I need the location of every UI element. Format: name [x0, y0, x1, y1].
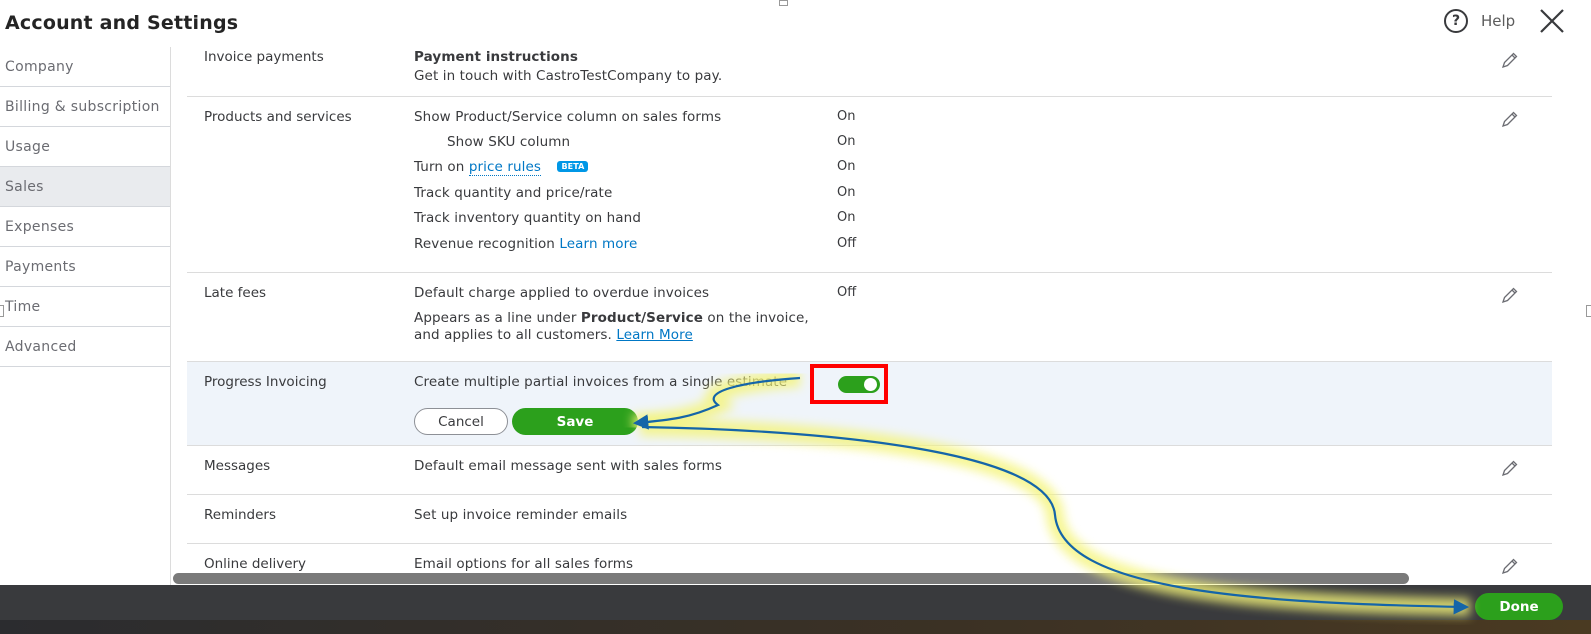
price-rules-link[interactable]: price rules: [468, 159, 542, 176]
setting-label: Show SKU column: [447, 134, 571, 150]
cancel-button[interactable]: Cancel: [414, 408, 508, 435]
late-fees-description: Appears as a line under Product/Service …: [414, 310, 809, 326]
sidebar-item-payments[interactable]: Payments: [0, 247, 170, 287]
payment-instructions-heading: Payment instructions: [414, 49, 579, 65]
pencil-icon[interactable]: [1500, 556, 1520, 576]
help-icon: ?: [1444, 9, 1468, 33]
pencil-icon[interactable]: [1500, 50, 1520, 70]
sidebar-item-company[interactable]: Company: [0, 47, 170, 87]
resize-handle-top[interactable]: [779, 0, 788, 6]
horizontal-scrollbar[interactable]: [173, 573, 1409, 584]
sidebar-item-expenses[interactable]: Expenses: [0, 207, 170, 247]
section-invoice-payments[interactable]: Invoice payments Payment instructions Ge…: [187, 47, 1552, 97]
setting-label: Default email message sent with sales fo…: [414, 458, 723, 474]
setting-value: On: [837, 134, 856, 149]
sales-settings-panel: Invoice payments Payment instructions Ge…: [187, 47, 1552, 585]
help-button[interactable]: ? Help: [1444, 9, 1515, 33]
sidebar-item-time[interactable]: Time: [0, 287, 170, 327]
setting-value: Off: [837, 236, 857, 251]
page-title: Account and Settings: [5, 12, 239, 34]
description-text: on the invoice,: [707, 310, 809, 326]
sidebar-item-sales[interactable]: Sales: [0, 167, 170, 207]
resize-handle-left[interactable]: [0, 305, 4, 317]
section-label: Online delivery: [204, 556, 307, 572]
price-rules-setting: Turn on price rules BETA: [414, 159, 589, 176]
sidebar-item-billing-subscription[interactable]: Billing & subscription: [0, 87, 170, 127]
setting-label: Default charge applied to overdue invoic…: [414, 285, 710, 301]
learn-more-link[interactable]: Learn More: [616, 327, 693, 343]
section-reminders[interactable]: Reminders Set up invoice reminder emails: [187, 495, 1552, 544]
section-progress-invoicing: Progress Invoicing Create multiple parti…: [187, 362, 1552, 446]
setting-label: Track quantity and price/rate: [414, 185, 613, 201]
setting-label: Email options for all sales forms: [414, 556, 634, 572]
section-label: Products and services: [204, 109, 352, 125]
description-text: and applies to all customers.: [414, 327, 612, 343]
section-messages[interactable]: Messages Default email message sent with…: [187, 446, 1552, 495]
sidebar-item-advanced[interactable]: Advanced: [0, 327, 170, 367]
sidebar-item-usage[interactable]: Usage: [0, 127, 170, 167]
late-fees-description-line2: and applies to all customers. Learn More: [414, 327, 693, 343]
pencil-icon[interactable]: [1500, 109, 1520, 129]
beta-badge: BETA: [557, 161, 589, 172]
setting-label: Turn on: [414, 159, 465, 175]
pencil-icon[interactable]: [1500, 458, 1520, 478]
payment-instructions-text: Get in touch with CastroTestCompany to p…: [414, 68, 723, 84]
description-text: Appears as a line under: [414, 310, 577, 326]
done-button[interactable]: Done: [1475, 593, 1563, 620]
section-label: Reminders: [204, 507, 276, 523]
setting-value: On: [837, 185, 856, 200]
resize-handle-right[interactable]: [1586, 305, 1591, 317]
annotation-highlight-box: [810, 364, 888, 404]
help-label: Help: [1481, 12, 1516, 30]
section-label: Late fees: [204, 285, 267, 301]
section-label: Messages: [204, 458, 271, 474]
header-bar: Account and Settings ? Help: [0, 0, 1591, 47]
section-label: Progress Invoicing: [204, 374, 327, 390]
description-bold: Product/Service: [580, 310, 704, 326]
setting-label: Track inventory quantity on hand: [414, 210, 641, 226]
learn-more-link[interactable]: Learn more: [559, 236, 637, 252]
setting-label: Revenue recognition: [414, 236, 555, 252]
revenue-recognition-setting: Revenue recognition Learn more: [414, 236, 637, 252]
setting-value: On: [837, 210, 856, 225]
section-label: Invoice payments: [204, 49, 324, 65]
settings-sidebar: Company Billing & subscription Usage Sal…: [0, 47, 171, 585]
setting-value: On: [837, 109, 856, 124]
setting-label: Show Product/Service column on sales for…: [414, 109, 722, 125]
pencil-icon[interactable]: [1500, 285, 1520, 305]
section-late-fees[interactable]: Late fees Default charge applied to over…: [187, 273, 1552, 362]
taskbar-strip: [0, 620, 1591, 634]
setting-value: Off: [837, 285, 857, 300]
setting-value: On: [837, 159, 856, 174]
setting-label: Set up invoice reminder emails: [414, 507, 628, 523]
save-button[interactable]: Save: [512, 408, 638, 435]
section-products-and-services[interactable]: Products and services Show Product/Servi…: [187, 97, 1552, 273]
close-icon[interactable]: [1537, 6, 1567, 36]
setting-label: Create multiple partial invoices from a …: [414, 374, 788, 390]
